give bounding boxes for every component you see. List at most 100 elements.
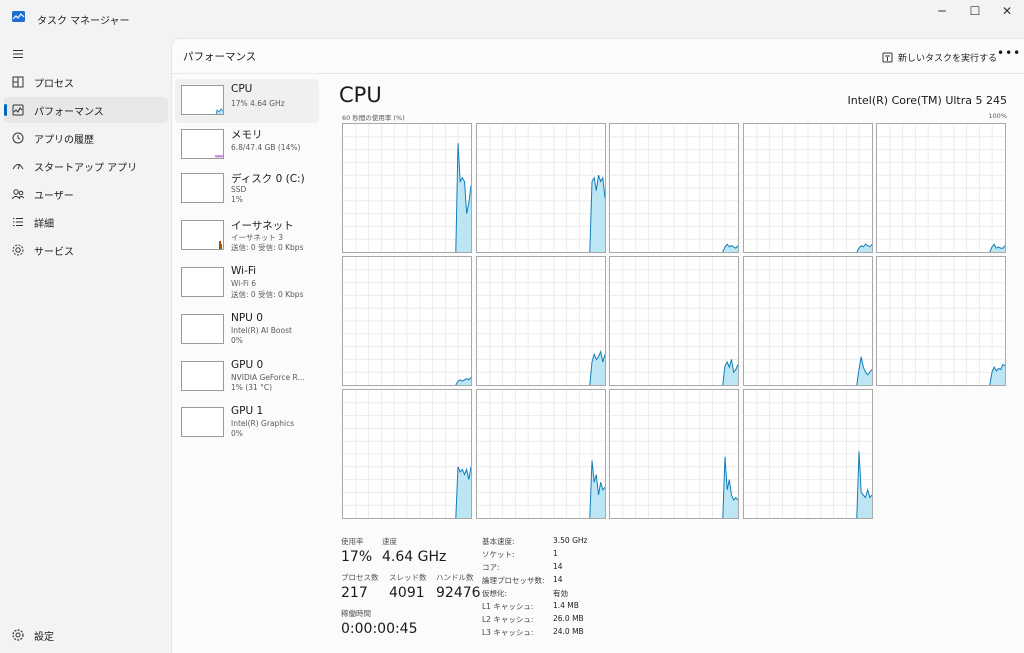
spec-value: 有効 (553, 589, 568, 598)
device-name: GPU 0 (231, 359, 264, 371)
spec-key: ソケット: (482, 550, 515, 559)
handles-label: ハンドル数 (436, 573, 474, 582)
core-graph-svg (610, 124, 738, 252)
gear-icon (12, 629, 24, 641)
device-name: メモリ (231, 129, 263, 141)
cpu-core-graph (342, 256, 472, 386)
cpu-core-graph (609, 389, 739, 519)
device-name: イーサネット (231, 220, 294, 232)
sidebar-item-label: スタートアップ アプリ (34, 162, 138, 174)
cpu-core-graph (475, 256, 606, 386)
spec-value: 14 (553, 575, 563, 584)
sidebar-item-label: プロセス (34, 78, 74, 90)
device-item-disk[interactable]: ディスク 0 (C:) SSD 1% (175, 167, 319, 211)
device-item-ethernet[interactable]: イーサネット イーサネット 3 送信: 0 受信: 0 Kbps (175, 214, 319, 258)
spec-key: L3 キャッシュ: (482, 628, 534, 637)
core-graph-svg (476, 257, 605, 385)
sidebar-item-label: 設定 (34, 631, 54, 643)
cpu-core-graph (742, 389, 873, 519)
core-graph-svg (343, 124, 471, 252)
device-thumbnail (181, 220, 224, 250)
core-graph-svg (743, 124, 872, 252)
cpu-core-graph (876, 123, 1006, 253)
cpu-core-graph (342, 389, 472, 519)
cpu-core-graph (609, 256, 739, 386)
device-thumbnail (181, 173, 224, 203)
sidebar: プロセス パフォーマンス アプリの履歴 スタートアップ アプリ ユーザー 詳細 … (0, 38, 171, 653)
cpu-model: Intel(R) Core(TM) Ultra 5 245 (847, 94, 1008, 107)
sidebar-item-app-history[interactable]: アプリの履歴 (4, 125, 168, 151)
history-icon (12, 132, 24, 144)
core-graph-svg (476, 124, 605, 252)
run-task-icon (882, 52, 893, 62)
sidebar-item-processes[interactable]: プロセス (4, 69, 168, 95)
close-button[interactable]: ✕ (990, 0, 1024, 22)
core-graph-svg (476, 390, 605, 518)
device-detail: 0% (231, 336, 243, 345)
hamburger-icon (13, 50, 23, 58)
more-options-button[interactable]: ••• (997, 46, 1021, 60)
device-detail: 送信: 0 受信: 0 Kbps (231, 243, 304, 252)
sidebar-item-performance[interactable]: パフォーマンス (4, 97, 168, 123)
spec-value: 1 (553, 549, 558, 558)
sidebar-item-services[interactable]: サービス (4, 237, 168, 263)
cpu-core-graph (475, 123, 606, 253)
run-new-task-button[interactable]: 新しいタスクを実行する (882, 48, 997, 66)
sidebar-item-label: ユーザー (34, 190, 74, 202)
device-name: NPU 0 (231, 312, 263, 324)
minimize-button[interactable]: ─ (925, 0, 959, 22)
sidebar-item-settings[interactable]: 設定 (4, 622, 168, 648)
core-graph-svg (743, 257, 872, 385)
minimize-icon: ─ (938, 4, 946, 18)
device-thumbnail (181, 407, 224, 437)
device-detail: 0% (231, 429, 243, 438)
sidebar-item-label: パフォーマンス (34, 106, 104, 118)
speed-label: 速度 (382, 537, 397, 546)
cpu-core-graph (876, 256, 1006, 386)
device-item-memory[interactable]: メモリ 6.8/47.4 GB (14%) (175, 123, 319, 167)
cpu-core-graph (742, 256, 873, 386)
threads-value: 4091 (389, 585, 425, 601)
uptime-label: 稼働時間 (341, 609, 371, 618)
spec-key: 仮想化: (482, 589, 508, 598)
device-item-npu[interactable]: NPU 0 Intel(R) AI Boost 0% (175, 308, 319, 352)
spec-key: L2 キャッシュ: (482, 615, 534, 624)
device-detail: 送信: 0 受信: 0 Kbps (231, 290, 304, 299)
task-manager-app-icon (12, 11, 25, 22)
core-graph-svg (610, 257, 738, 385)
spec-key: コア: (482, 563, 500, 572)
spec-value: 26.0 MB (553, 614, 584, 623)
close-icon: ✕ (1001, 4, 1013, 18)
title-bar: タスク マネージャー ─ ☐ ✕ (0, 0, 1024, 38)
sidebar-item-startup-apps[interactable]: スタートアップ アプリ (4, 153, 168, 179)
device-thumbnail (181, 129, 224, 159)
cpu-core-graph (609, 123, 739, 253)
sidebar-item-users[interactable]: ユーザー (4, 181, 168, 207)
device-detail: 1% (231, 195, 243, 204)
spec-key: 論理プロセッサ数: (482, 576, 545, 585)
startup-icon (12, 163, 24, 170)
details-icon (13, 218, 23, 226)
sidebar-item-label: 詳細 (34, 218, 54, 230)
device-thumbnail (181, 314, 224, 344)
device-name: GPU 1 (231, 405, 264, 417)
users-icon (11, 189, 25, 200)
hamburger-menu-button[interactable] (4, 41, 168, 67)
active-indicator (4, 104, 7, 116)
window-title: タスク マネージャー (37, 16, 130, 27)
maximize-button[interactable]: ☐ (958, 0, 992, 22)
graph-max-label: 100% (988, 112, 1007, 120)
device-thumbnail (181, 85, 224, 115)
device-item-gpu-1[interactable]: GPU 1 Intel(R) Graphics 0% (175, 401, 319, 445)
maximize-icon: ☐ (969, 4, 981, 18)
device-item-cpu[interactable]: CPU 17% 4.64 GHz (175, 79, 319, 123)
speed-value: 4.64 GHz (382, 549, 447, 565)
sidebar-item-details[interactable]: 詳細 (4, 209, 168, 235)
core-graph-svg (343, 257, 471, 385)
device-item-gpu-0[interactable]: GPU 0 NVIDIA GeForce R... 1% (31 °C) (175, 355, 319, 399)
device-detail: Intel(R) Graphics (231, 419, 295, 428)
device-item-wifi[interactable]: Wi-Fi Wi-Fi 6 送信: 0 受信: 0 Kbps (175, 261, 319, 305)
spec-key: 基本速度: (482, 537, 515, 546)
core-graph-svg (743, 390, 872, 518)
spec-key: L1 キャッシュ: (482, 602, 534, 611)
